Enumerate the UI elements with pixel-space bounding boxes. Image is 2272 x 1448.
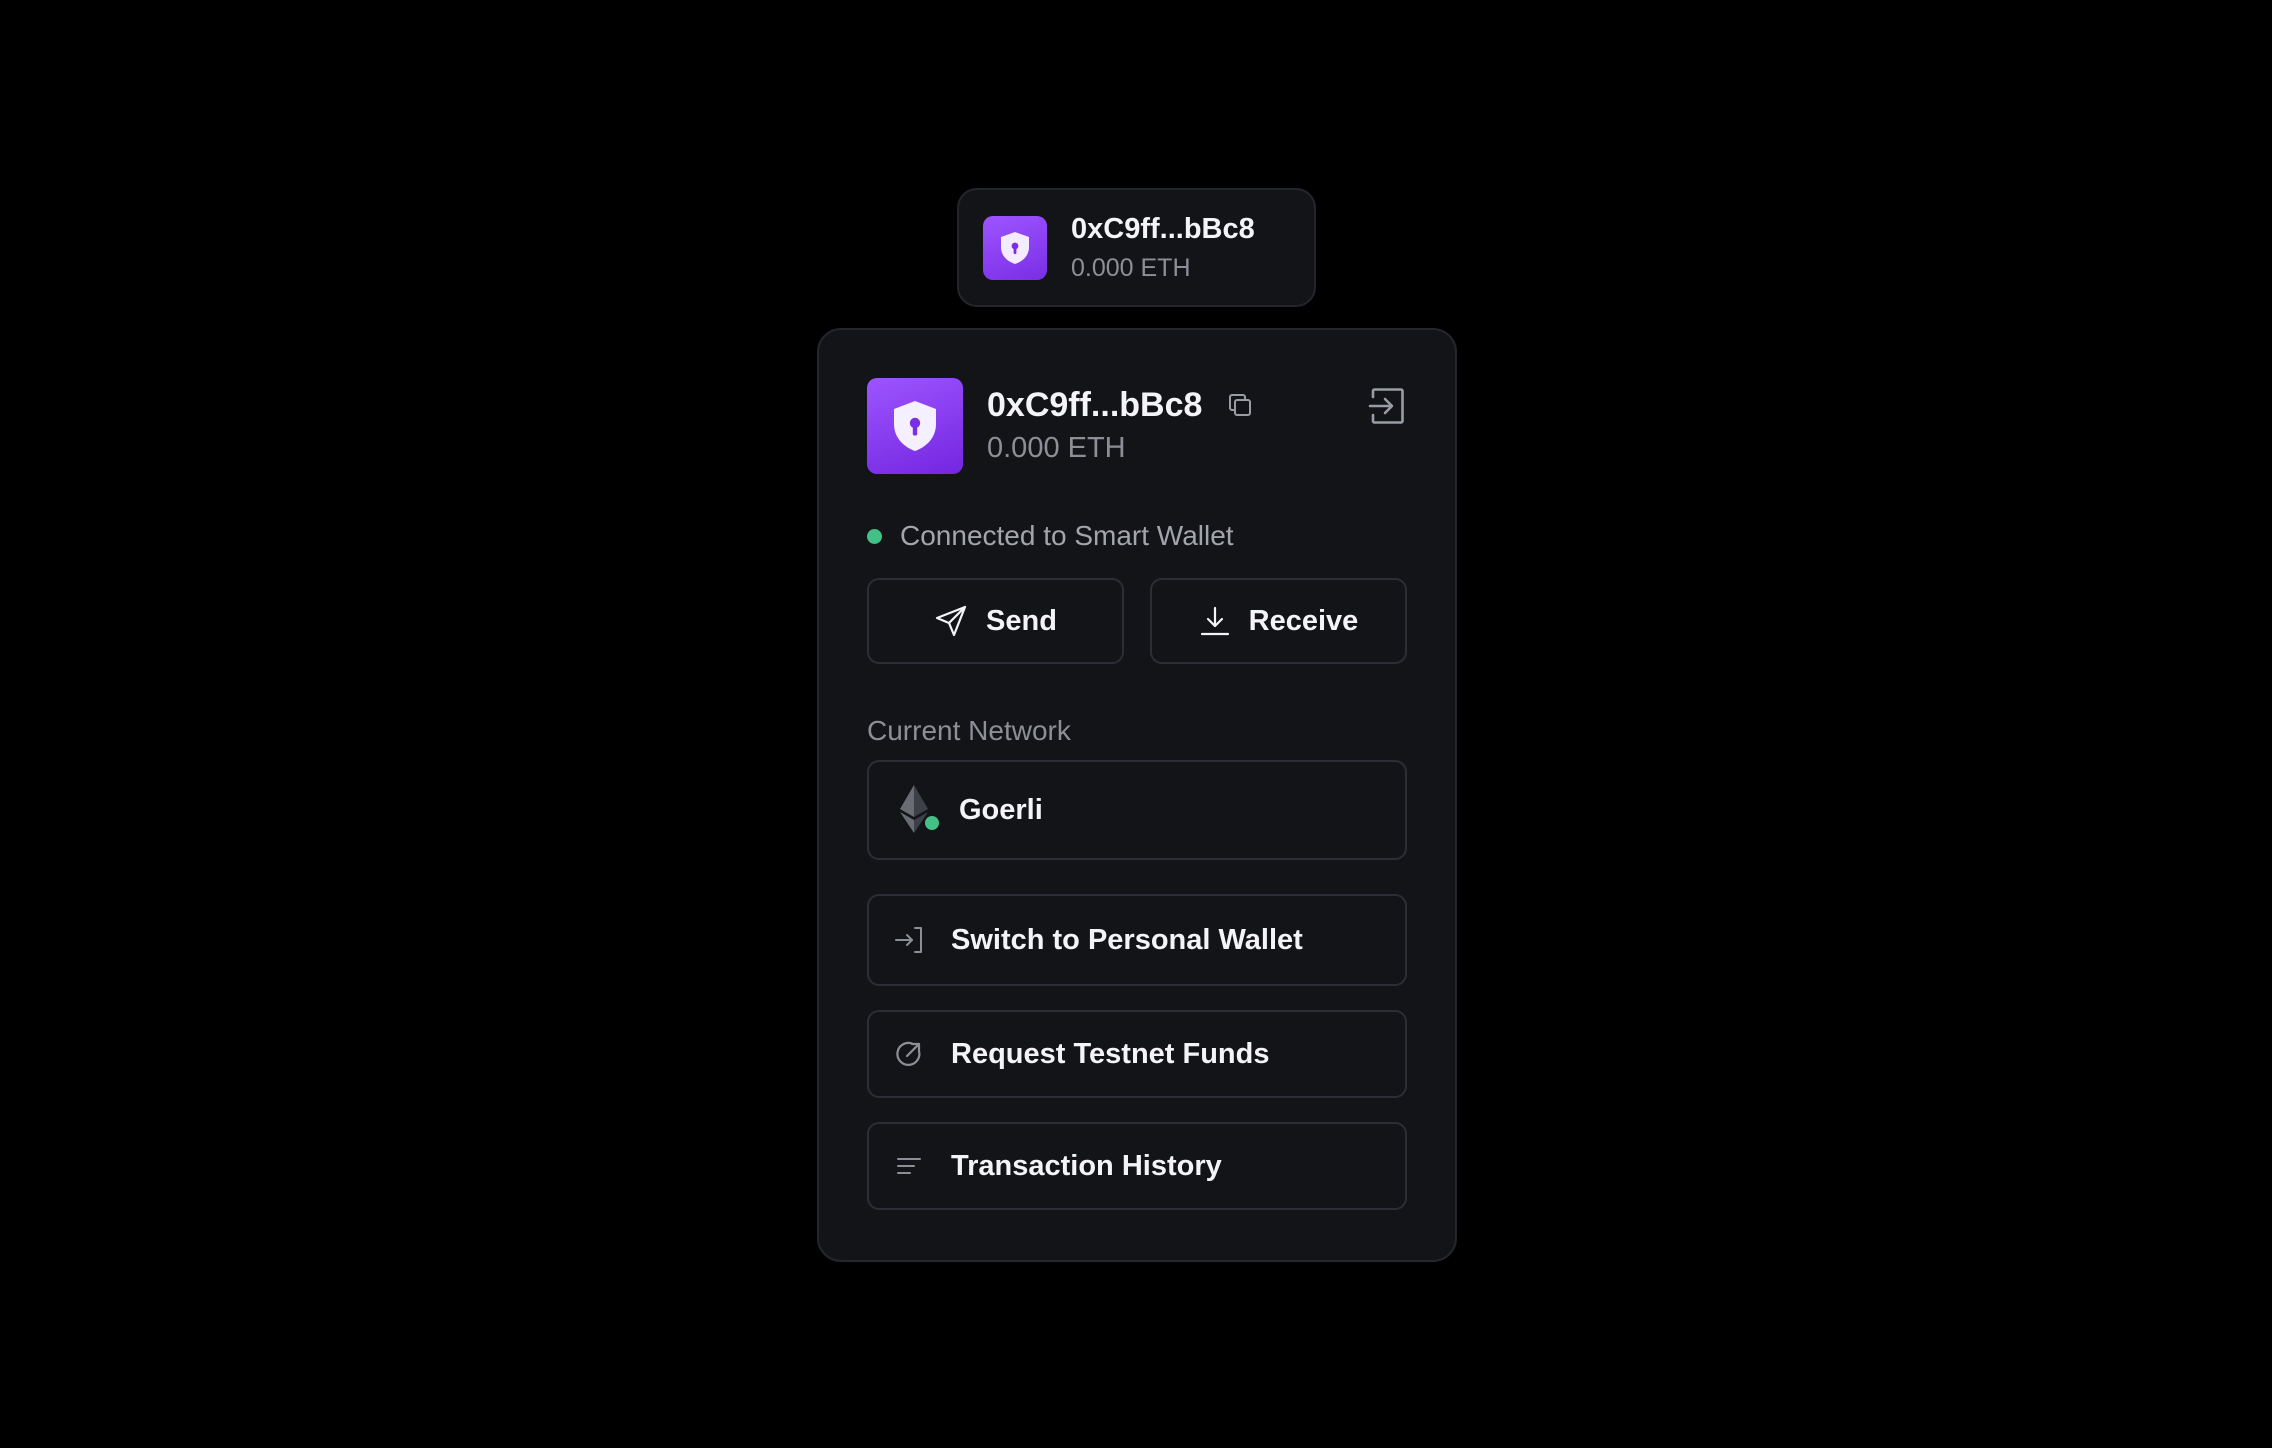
faucet-icon-wrapper bbox=[893, 1038, 925, 1070]
receive-button[interactable]: Receive bbox=[1150, 578, 1407, 664]
shield-lock-icon bbox=[1001, 231, 1029, 264]
network-name: Goerli bbox=[959, 793, 1043, 826]
copy-icon bbox=[1229, 394, 1252, 416]
status-text: Connected to Smart Wallet bbox=[900, 520, 1234, 551]
switch-personal-wallet-label: Switch to Personal Wallet bbox=[951, 923, 1303, 956]
wallet-avatar-large bbox=[867, 378, 963, 474]
network-status-dot bbox=[923, 814, 941, 832]
transaction-history-button[interactable]: Transaction History bbox=[867, 1122, 1407, 1210]
network-icon-wrapper bbox=[899, 784, 941, 836]
switch-personal-wallet-button[interactable]: Switch to Personal Wallet bbox=[867, 894, 1407, 986]
connection-status: Connected to Smart Wallet bbox=[867, 516, 1407, 556]
send-label: Send bbox=[986, 604, 1057, 637]
network-selector[interactable]: Goerli bbox=[867, 760, 1407, 860]
chip-balance: 0.000 ETH bbox=[1071, 253, 1191, 282]
receive-label: Receive bbox=[1248, 604, 1359, 637]
switch-icon bbox=[895, 927, 922, 953]
connected-wallet-chip[interactable]: 0xC9ff...bBc8 0.000 ETH bbox=[957, 188, 1316, 307]
transaction-history-label: Transaction History bbox=[951, 1149, 1222, 1182]
wallet-header: 0xC9ff...bBc8 0.000 ETH bbox=[867, 378, 1407, 474]
wallet-address: 0xC9ff...bBc8 bbox=[987, 386, 1203, 424]
wallet-avatar bbox=[983, 215, 1047, 280]
request-testnet-funds-label: Request Testnet Funds bbox=[951, 1037, 1270, 1070]
current-network-label: Current Network bbox=[867, 715, 1071, 746]
list-icon bbox=[897, 1158, 921, 1174]
wallet-details-panel: 0xC9ff...bBc8 0.000 ETH Connected to Sma… bbox=[817, 328, 1457, 1262]
request-testnet-funds-button[interactable]: Request Testnet Funds bbox=[867, 1010, 1407, 1098]
disconnect-button[interactable] bbox=[1363, 382, 1411, 430]
send-icon bbox=[935, 605, 967, 637]
switch-icon-wrapper bbox=[893, 924, 925, 956]
copy-address-button[interactable] bbox=[1224, 389, 1256, 421]
list-icon-wrapper bbox=[893, 1150, 925, 1182]
wallet-balance: 0.000 ETH bbox=[987, 432, 1126, 464]
status-indicator-dot bbox=[867, 528, 882, 544]
chip-address: 0xC9ff...bBc8 bbox=[1071, 212, 1255, 245]
faucet-icon bbox=[896, 1041, 921, 1066]
exit-icon bbox=[1368, 388, 1404, 424]
shield-lock-icon bbox=[894, 401, 936, 451]
stage: 0xC9ff...bBc8 0.000 ETH 0xC9ff...bBc8 0.… bbox=[0, 0, 2272, 1448]
send-button[interactable]: Send bbox=[867, 578, 1124, 664]
download-icon bbox=[1200, 606, 1229, 636]
wallet-actions: Send Receive bbox=[867, 578, 1407, 664]
